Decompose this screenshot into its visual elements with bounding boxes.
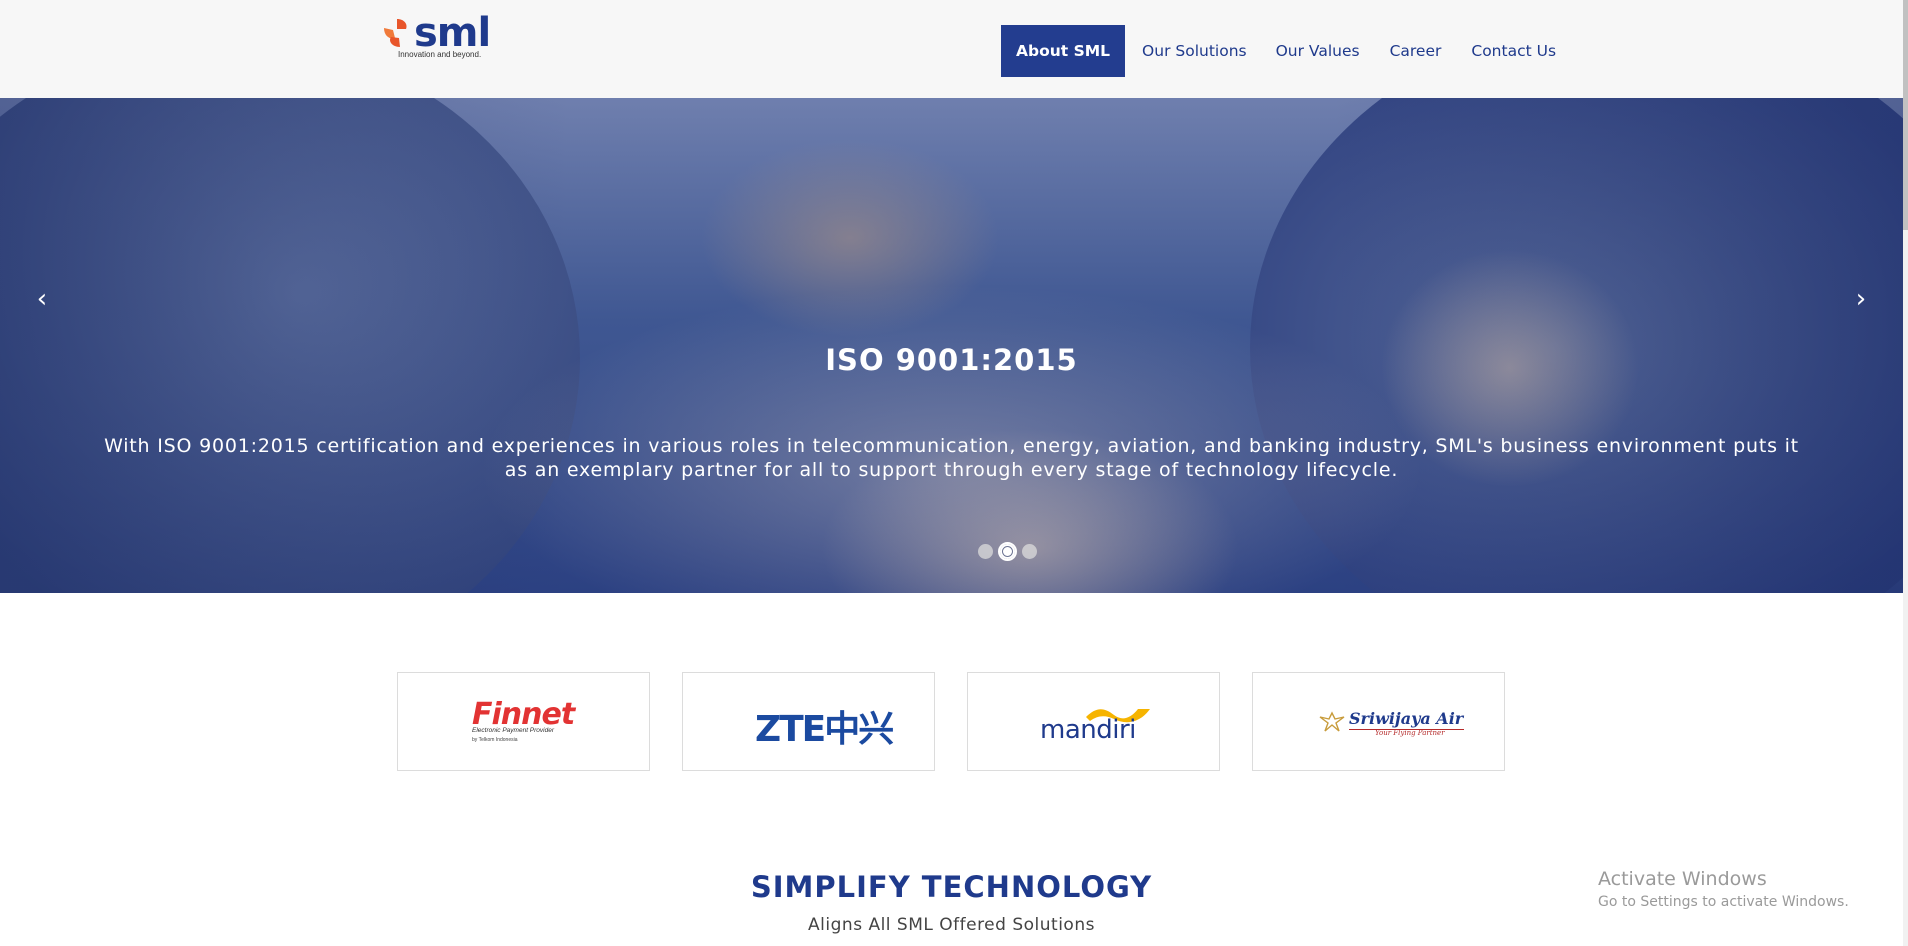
carousel-dot-2[interactable] xyxy=(998,542,1017,561)
page-scrollbar[interactable] xyxy=(1903,0,1908,946)
partner-logo-sriwijaya-air[interactable]: Sriwijaya Air Your Flying Partner xyxy=(1252,672,1505,771)
watermark-subtitle: Go to Settings to activate Windows. xyxy=(1598,894,1849,910)
nav-our-values[interactable]: Our Values xyxy=(1261,25,1375,77)
zte-wordmark: ZTE中兴 xyxy=(755,709,894,750)
hero-title: ISO 9001:2015 xyxy=(825,343,1078,377)
carousel-dot-3[interactable] xyxy=(1022,544,1037,559)
section-subtitle: Aligns All SML Offered Solutions xyxy=(808,915,1095,935)
chevron-left-icon: ‹ xyxy=(36,284,48,314)
sriwijaya-wordmark: Sriwijaya Air xyxy=(1349,709,1464,728)
nav-contact-us[interactable]: Contact Us xyxy=(1456,25,1571,77)
partner-logo-zte[interactable]: ZTE中兴 xyxy=(682,672,935,771)
partner-logo-mandiri[interactable]: mandiri xyxy=(967,672,1220,771)
watermark-title: Activate Windows xyxy=(1598,868,1767,890)
hero-carousel: ‹ › ISO 9001:2015 With ISO 9001:2015 cer… xyxy=(0,98,1903,593)
carousel-dot-1[interactable] xyxy=(978,544,993,559)
nav-career[interactable]: Career xyxy=(1375,25,1457,77)
scrollbar-thumb[interactable] xyxy=(1903,0,1908,230)
finnet-sub: by Telkom Indonesia xyxy=(472,737,518,743)
carousel-indicators xyxy=(978,542,1037,561)
main-nav: About SML Our Solutions Our Values Caree… xyxy=(1001,25,1571,77)
nav-about-sml[interactable]: About SML xyxy=(1001,25,1126,77)
site-header: sml Innovation and beyond. About SML Our… xyxy=(0,0,1903,99)
sriwijaya-tagline: Your Flying Partner xyxy=(1375,729,1445,737)
sriwijaya-bird-icon xyxy=(1319,711,1345,732)
chevron-right-icon: › xyxy=(1855,284,1867,314)
carousel-next-button[interactable]: › xyxy=(1846,284,1876,314)
partner-logo-finnet[interactable]: Finnet Electronic Payment Provider by Te… xyxy=(397,672,650,771)
nav-our-solutions[interactable]: Our Solutions xyxy=(1125,25,1261,77)
hero-description: With ISO 9001:2015 certification and exp… xyxy=(104,435,1799,481)
finnet-tagline: Electronic Payment Provider xyxy=(472,727,555,734)
mandiri-wordmark: mandiri xyxy=(1040,715,1136,745)
sml-logo-mark-icon xyxy=(384,19,407,47)
activate-windows-watermark: Activate Windows Go to Settings to activ… xyxy=(1598,868,1849,910)
sml-logo[interactable]: sml Innovation and beyond. xyxy=(380,10,491,64)
logo-tagline: Innovation and beyond. xyxy=(398,50,482,59)
carousel-prev-button[interactable]: ‹ xyxy=(27,284,57,314)
